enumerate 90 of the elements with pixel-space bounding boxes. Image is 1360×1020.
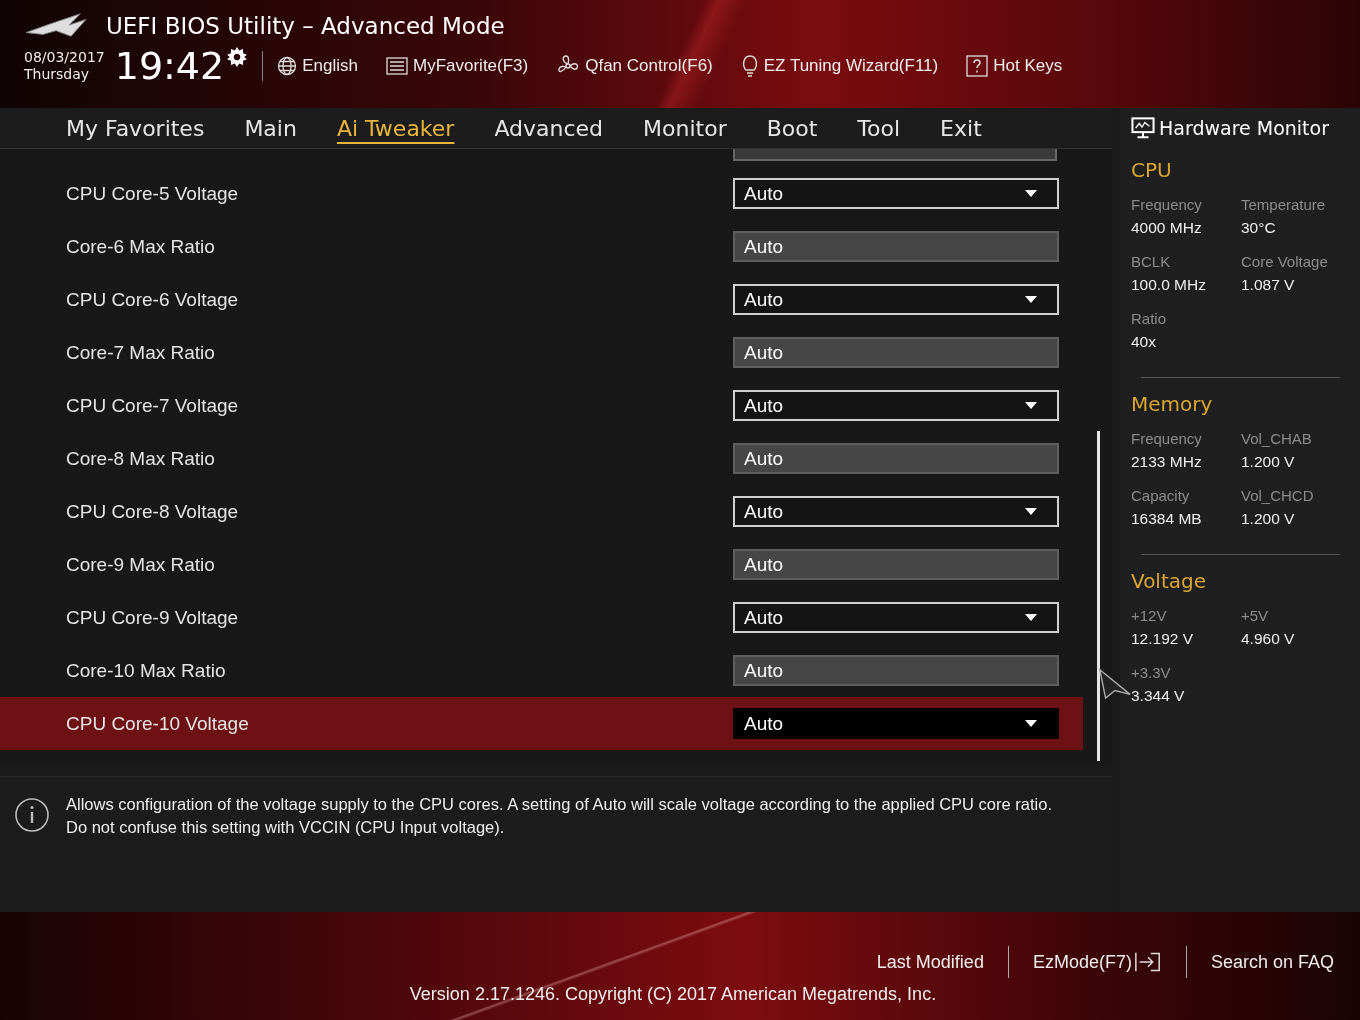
caret-icon — [1025, 720, 1037, 727]
input-field[interactable]: Auto — [733, 549, 1059, 580]
metric-label: Core Voltage — [1241, 253, 1329, 270]
metric-label: Frequency — [1131, 430, 1203, 447]
settings-icon[interactable] — [226, 46, 249, 68]
setting-label: CPU Core-6 Voltage — [66, 288, 240, 311]
section-heading: Memory — [1131, 392, 1214, 416]
caret-icon — [1025, 296, 1037, 303]
window-title: UEFI BIOS Utility – Advanced Mode — [106, 13, 505, 39]
version-text: Version 2.17.1246. Copyright (C) 2017 American Megatrends, Inc. — [409, 984, 937, 1005]
highlighted-row[interactable]: CPU Core-10 Voltage Auto — [0, 697, 1083, 750]
menu-tab[interactable]: Tool — [837, 111, 921, 145]
dropdown-field[interactable]: Auto — [733, 390, 1059, 421]
lightbulb-icon — [740, 54, 759, 78]
toolbar-button[interactable]: Hot Keys — [966, 55, 1063, 77]
setting-label: Core-7 Max Ratio — [66, 341, 216, 364]
footer-link[interactable]: Last Modified — [864, 951, 996, 973]
setting-label: CPU Core-10 Voltage — [66, 712, 250, 735]
setting-label: Core-8 Max Ratio — [66, 447, 216, 470]
dropdown-field[interactable]: Auto — [733, 496, 1059, 527]
metric-value: 2133 MHz — [1131, 453, 1203, 471]
metric-value: 3.344 V — [1131, 687, 1186, 705]
section-heading: CPU — [1131, 158, 1173, 182]
menu-tab[interactable]: Advanced — [474, 111, 624, 145]
menu-tab[interactable]: My Favorites — [46, 111, 225, 145]
menu-tab[interactable]: Boot — [746, 111, 838, 145]
footer-link[interactable]: EzMode(F7) — [1020, 951, 1174, 973]
metric-label: +5V — [1241, 607, 1270, 624]
input-field[interactable]: Auto — [733, 337, 1059, 368]
metric-label: +12V — [1131, 607, 1168, 624]
dropdown-field[interactable]: Auto — [733, 284, 1059, 315]
metric-value: 1.087 V — [1241, 276, 1296, 294]
menu-tab[interactable]: Exit — [920, 111, 1002, 145]
metric-label: Ratio — [1131, 310, 1168, 327]
info-icon — [14, 797, 50, 833]
metric-value: 100.0 MHz — [1131, 276, 1207, 294]
metric-label: +3.3V — [1131, 664, 1172, 681]
dropdown-field[interactable]: Auto — [733, 708, 1059, 739]
caret-icon — [1025, 190, 1037, 197]
dropdown-field[interactable]: Auto — [733, 602, 1059, 633]
metric-label: Vol_CHCD — [1241, 487, 1315, 504]
setting-label: Core-10 Max Ratio — [66, 659, 227, 682]
metric-value: 1.200 V — [1241, 510, 1296, 528]
metric-label: Vol_CHAB — [1241, 430, 1313, 447]
toolbar-button[interactable]: MyFavorite(F3) — [386, 56, 529, 76]
input-field[interactable]: Auto — [733, 443, 1059, 474]
day-text: Thursday — [24, 66, 91, 83]
metric-value: 4000 MHz — [1131, 219, 1203, 237]
logo-icon — [24, 12, 90, 40]
date-text: 08/03/2017 — [24, 49, 105, 66]
toolbar-button[interactable]: English — [277, 56, 358, 76]
metric-label: BCLK — [1131, 253, 1172, 270]
caret-icon — [1025, 402, 1037, 409]
metric-value: 4.960 V — [1241, 630, 1296, 648]
panel-title: Hardware Monitor — [1159, 117, 1329, 139]
help-description: Allows configuration of the voltage supply to the CPU cores. A setting of Auto will scale voltage according to the applied CPU core ratio. Do not confuse this setting with VCCIN (CPU Input voltage). — [66, 794, 1053, 838]
metric-value: 16384 MB — [1131, 510, 1203, 528]
setting-label: CPU Core-5 Voltage — [66, 182, 240, 205]
caret-icon — [1025, 614, 1037, 621]
caret-icon — [1025, 508, 1037, 515]
dropdown-field[interactable]: Auto — [733, 178, 1059, 209]
input-field[interactable]: Auto — [733, 231, 1059, 262]
setting-label: Core-9 Max Ratio — [66, 553, 216, 576]
metric-label: Capacity — [1131, 487, 1191, 504]
metric-label: Temperature — [1241, 196, 1327, 213]
menu-tab[interactable]: Ai Tweaker — [316, 111, 475, 145]
setting-label: CPU Core-8 Voltage — [66, 500, 240, 523]
exit-icon — [1133, 951, 1162, 973]
setting-label: CPU Core-9 Voltage — [66, 606, 240, 629]
settings-field[interactable] — [733, 149, 1057, 161]
metric-label: Frequency — [1131, 196, 1203, 213]
list-icon — [386, 57, 408, 75]
menu-tab[interactable]: Monitor — [623, 111, 747, 145]
monitor-icon — [1131, 117, 1155, 139]
help-icon — [966, 55, 989, 77]
toolbar-button[interactable]: Qfan Control(F6) — [556, 54, 713, 78]
section-heading: Voltage — [1131, 569, 1208, 593]
setting-label: Core-6 Max Ratio — [66, 235, 216, 258]
input-field[interactable]: Auto — [733, 655, 1059, 686]
footer-link[interactable]: Search on FAQ — [1198, 951, 1346, 973]
metric-value: 30°C — [1241, 219, 1277, 237]
setting-label: CPU Core-7 Voltage — [66, 394, 240, 417]
metric-value: 12.192 V — [1131, 630, 1195, 648]
metric-value: 1.200 V — [1241, 453, 1296, 471]
scrollbar[interactable] — [1097, 431, 1100, 761]
menu-tab[interactable]: Main — [224, 111, 317, 145]
globe-icon — [277, 56, 298, 76]
clock-time: 19:42 — [114, 46, 225, 86]
toolbar-button[interactable]: EZ Tuning Wizard(F11) — [740, 54, 939, 78]
metric-value: 40x — [1131, 333, 1157, 351]
